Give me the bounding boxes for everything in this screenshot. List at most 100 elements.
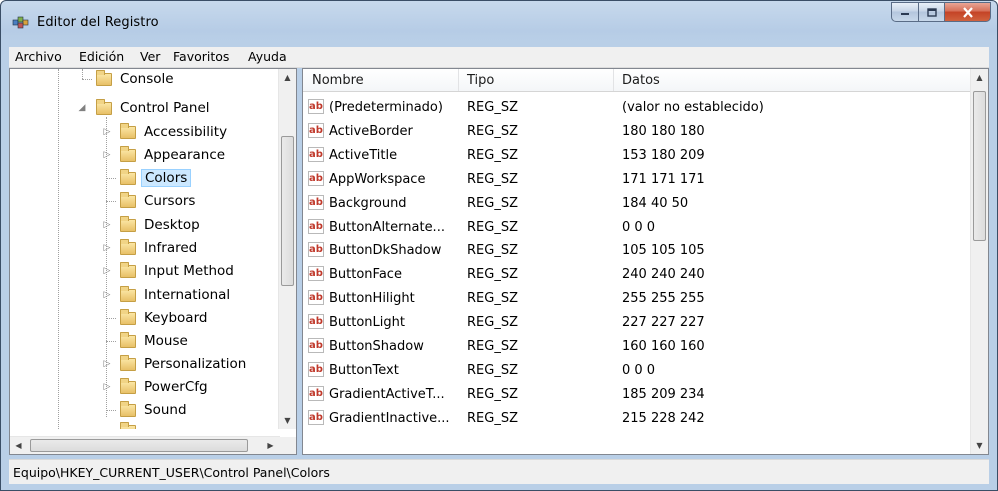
expander-icon[interactable]: ▷ — [102, 359, 112, 369]
expander-icon[interactable]: ▷ — [102, 243, 112, 253]
cell-name: GradientActiveT... — [329, 386, 445, 402]
cell-name: ButtonText — [329, 362, 399, 378]
minimize-icon — [901, 13, 909, 15]
key-tree-pane[interactable]: Console ◢ Control Panel ▷ Accessibility … — [9, 68, 297, 455]
menu-ayuda[interactable]: Ayuda — [248, 49, 287, 64]
cell-data: 255 255 255 — [622, 291, 705, 307]
tree-item-colors[interactable]: Colors — [106, 168, 192, 188]
tree-item-personalization[interactable]: ▷ Personalization — [104, 354, 246, 374]
tree-vertical-scrollbar[interactable]: ▲ ▼ — [278, 69, 296, 429]
string-value-icon: ab — [308, 242, 324, 258]
string-value-icon: ab — [308, 266, 324, 282]
table-row[interactable]: ab ButtonLight REG_SZ 227 227 227 — [303, 311, 971, 334]
tree-item-console[interactable]: Console — [82, 69, 174, 89]
minimize-button[interactable] — [891, 2, 918, 22]
scroll-thumb[interactable] — [281, 136, 294, 286]
tree-horizontal-scrollbar[interactable]: ◀ ▶ — [10, 436, 280, 454]
tree-item-appearance[interactable]: ▷ Appearance — [104, 145, 225, 165]
expander-icon[interactable]: ▷ — [102, 266, 112, 276]
menu-favoritos[interactable]: Favoritos — [173, 49, 229, 64]
folder-icon — [120, 285, 136, 302]
scroll-thumb[interactable] — [30, 439, 248, 452]
tree-item-international[interactable]: ▷ International — [104, 285, 230, 305]
menu-archivo[interactable]: Archivo — [15, 49, 62, 64]
folder-icon — [120, 215, 136, 232]
maximize-icon — [926, 7, 937, 17]
scroll-thumb[interactable] — [973, 91, 986, 241]
folder-icon — [96, 69, 112, 86]
cell-data: 227 227 227 — [622, 315, 705, 331]
cell-type: REG_SZ — [467, 243, 518, 259]
expander-icon[interactable]: ▷ — [102, 220, 112, 230]
tree-item-powercfg[interactable]: ▷ PowerCfg — [104, 377, 208, 397]
expander-icon[interactable]: ▷ — [102, 150, 112, 160]
table-row[interactable]: ab ButtonHilight REG_SZ 255 255 255 — [303, 287, 971, 310]
table-row[interactable]: ab ButtonText REG_SZ 0 0 0 — [303, 359, 971, 382]
folder-icon — [120, 122, 136, 139]
column-datos[interactable]: Datos — [622, 73, 660, 88]
cell-name: ActiveBorder — [329, 123, 413, 139]
registry-editor-window: Editor del Registro Archivo Edición Ver … — [0, 0, 998, 491]
title-bar[interactable]: Editor del Registro — [1, 1, 997, 41]
cell-name: ButtonFace — [329, 267, 402, 283]
table-row[interactable]: ab GradientInactive... REG_SZ 215 228 242 — [303, 407, 971, 430]
tree-item-mouse[interactable]: Mouse — [106, 331, 188, 351]
expander-icon[interactable]: ▷ — [102, 127, 112, 137]
menu-ver[interactable]: Ver — [140, 49, 160, 64]
close-button[interactable] — [945, 2, 991, 22]
scroll-right-icon[interactable]: ▶ — [262, 437, 279, 454]
table-row[interactable]: ab ButtonShadow REG_SZ 160 160 160 — [303, 335, 971, 358]
tree-item-partial — [120, 421, 144, 429]
cell-type: REG_SZ — [467, 362, 518, 378]
scroll-down-icon[interactable]: ▼ — [971, 437, 988, 454]
cell-name: Background — [329, 195, 407, 211]
tree-item-accessibility[interactable]: ▷ Accessibility — [104, 122, 227, 142]
table-row[interactable]: ab ButtonAlternate... REG_SZ 0 0 0 — [303, 216, 971, 239]
window-title: Editor del Registro — [37, 15, 159, 30]
expander-icon[interactable]: ▷ — [102, 382, 112, 392]
tree-item-cursors[interactable]: Cursors — [106, 191, 195, 211]
maximize-button[interactable] — [918, 2, 945, 22]
expander-icon[interactable]: ▷ — [102, 290, 112, 300]
tree-item-sound[interactable]: Sound — [106, 400, 187, 420]
folder-icon — [120, 145, 136, 162]
scroll-down-icon[interactable]: ▼ — [279, 412, 296, 429]
cell-name: ActiveTitle — [329, 147, 398, 163]
cell-name: ButtonDkShadow — [329, 243, 442, 259]
tree-item-infrared[interactable]: ▷ Infrared — [104, 238, 197, 258]
scroll-corner — [279, 437, 296, 454]
list-vertical-scrollbar[interactable]: ▲ ▼ — [970, 69, 988, 454]
caption-buttons — [891, 2, 991, 23]
tree-item-control-panel[interactable]: ◢ Control Panel — [79, 98, 210, 118]
cell-type: REG_SZ — [467, 219, 518, 235]
table-row[interactable]: ab ActiveBorder REG_SZ 180 180 180 — [303, 120, 971, 143]
table-row[interactable]: ab ButtonDkShadow REG_SZ 105 105 105 — [303, 239, 971, 262]
cell-name: ButtonHilight — [329, 291, 415, 307]
cell-data: 184 40 50 — [622, 195, 689, 211]
table-row[interactable]: ab AppWorkspace REG_SZ 171 171 171 — [303, 168, 971, 191]
cell-type: REG_SZ — [467, 291, 518, 307]
column-tipo[interactable]: Tipo — [467, 73, 494, 88]
tree-item-input-method[interactable]: ▷ Input Method — [104, 261, 234, 281]
expander-icon[interactable]: ◢ — [77, 103, 87, 113]
tree-item-keyboard[interactable]: Keyboard — [106, 308, 207, 328]
cell-name: ButtonLight — [329, 315, 405, 331]
registry-editor-icon — [12, 16, 29, 29]
table-row[interactable]: ab Background REG_SZ 184 40 50 — [303, 192, 971, 215]
string-value-icon: ab — [308, 409, 324, 425]
cell-data: 160 160 160 — [622, 339, 705, 354]
scroll-up-icon[interactable]: ▲ — [279, 69, 296, 86]
menu-edicion[interactable]: Edición — [79, 49, 124, 64]
values-list-pane[interactable]: Nombre Tipo Datos ab (Predeterminado) REG_… — [302, 68, 989, 455]
tree-item-desktop[interactable]: ▷ Desktop — [104, 215, 200, 235]
table-row[interactable]: ab ButtonFace REG_SZ 240 240 240 — [303, 263, 971, 286]
scroll-left-icon[interactable]: ◀ — [10, 437, 27, 454]
scroll-up-icon[interactable]: ▲ — [971, 69, 988, 86]
column-nombre[interactable]: Nombre — [312, 73, 364, 88]
table-row[interactable]: ab ActiveTitle REG_SZ 153 180 209 — [303, 144, 971, 167]
menu-bar: Archivo Edición Ver Favoritos Ayuda — [9, 47, 989, 68]
folder-icon — [120, 168, 136, 185]
cell-type: REG_SZ — [467, 100, 518, 115]
table-row[interactable]: ab (Predeterminado) REG_SZ (valor no establ… — [303, 96, 971, 119]
table-row[interactable]: ab GradientActiveT... REG_SZ 185 209 234 — [303, 383, 971, 406]
